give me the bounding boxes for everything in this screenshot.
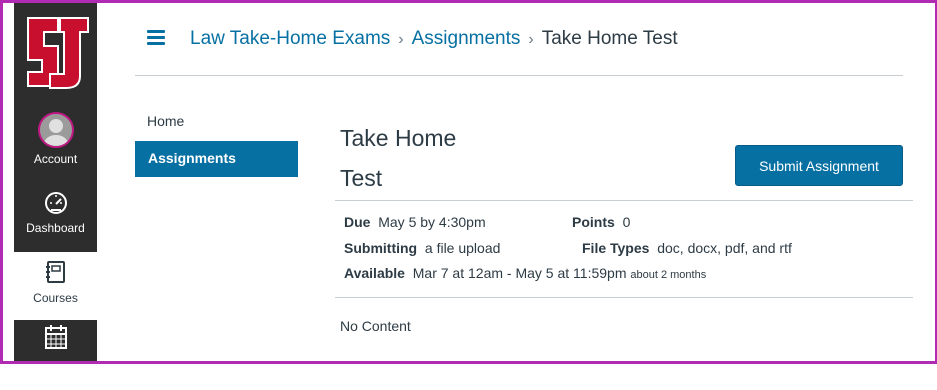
nav-account-label: Account <box>33 152 78 166</box>
global-nav: Account Dashboard Courses <box>14 0 97 364</box>
due-row: Due May 5 by 4:30pm <box>344 214 486 230</box>
submitting-label: Submitting <box>344 240 418 256</box>
nav-account[interactable]: Account <box>14 112 97 178</box>
page-title: Take Home Test <box>340 118 510 198</box>
page-title-line1: Take Home <box>340 125 457 151</box>
submitting-value: a file upload <box>424 240 501 256</box>
breadcrumb-current: Take Home Test <box>541 28 678 49</box>
filetypes-value: doc, docx, pdf, and rtf <box>657 240 792 256</box>
course-nav-home[interactable]: Home <box>147 113 184 129</box>
nav-dashboard[interactable]: Dashboard <box>14 190 97 256</box>
details-divider-top <box>335 200 913 201</box>
course-nav-assignments[interactable]: Assignments <box>135 141 298 177</box>
filetypes-label: File Types <box>582 240 650 256</box>
breadcrumb-course-link[interactable]: Law Take-Home Exams <box>190 28 390 49</box>
calendar-icon <box>44 324 68 353</box>
due-value: May 5 by 4:30pm <box>378 214 486 230</box>
nav-courses[interactable]: Courses <box>14 252 97 320</box>
available-note: about 2 months <box>630 269 707 281</box>
header-divider <box>135 75 903 76</box>
points-label: Points <box>572 214 615 230</box>
hamburger-menu-icon[interactable] <box>147 30 165 46</box>
page-title-line2: Test <box>340 165 383 191</box>
book-icon <box>45 260 67 287</box>
points-row: Points 0 <box>572 214 630 230</box>
assignment-content: No Content <box>340 318 411 334</box>
breadcrumb-assignments-link[interactable]: Assignments <box>412 28 521 49</box>
nav-courses-label: Courses <box>33 291 78 305</box>
available-row: Available Mar 7 at 12am - May 5 at 11:59… <box>344 265 706 281</box>
submit-assignment-button[interactable]: Submit Assignment <box>735 145 903 186</box>
available-label: Available <box>344 265 405 281</box>
filetypes-row: File Types doc, docx, pdf, and rtf <box>582 240 792 256</box>
breadcrumb: Law Take-Home Exams › Assignments › Take Hom… <box>190 28 678 50</box>
details-divider-bottom <box>335 297 913 298</box>
university-logo[interactable] <box>14 8 97 108</box>
avatar <box>37 112 74 148</box>
available-value: Mar 7 at 12am - May 5 at 11:59pm <box>412 265 627 281</box>
submitting-row: Submitting a file upload <box>344 240 500 256</box>
nav-dashboard-label: Dashboard <box>26 221 85 235</box>
breadcrumb-separator: › <box>528 31 534 48</box>
speedometer-icon <box>43 190 69 217</box>
breadcrumb-separator: › <box>398 31 404 48</box>
nav-calendar[interactable] <box>14 324 97 390</box>
points-value: 0 <box>622 214 631 230</box>
due-label: Due <box>344 214 371 230</box>
